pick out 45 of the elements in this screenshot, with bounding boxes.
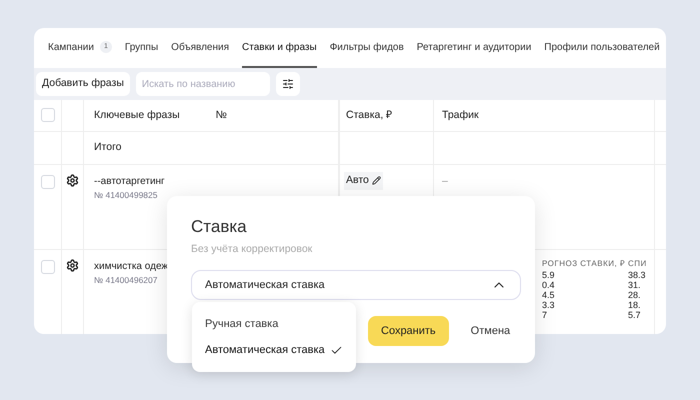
checkbox[interactable] <box>40 108 54 122</box>
forecast-value: 31. <box>628 281 641 289</box>
forecast-header: СПИ <box>628 259 647 269</box>
phrase-text: химчистка одеж <box>94 260 168 274</box>
forecast-value: 7 <box>542 311 548 319</box>
phrase-number: № 41400496207 <box>94 274 158 287</box>
forecast-header: РОГНОЗ СТАВКИ, ₽ <box>542 259 626 269</box>
save-button[interactable]: Сохранить <box>368 316 449 346</box>
tab[interactable]: Группы <box>124 28 158 68</box>
forecast-value: 4.5 <box>542 291 555 299</box>
forecast-value: 5.7 <box>628 311 641 319</box>
column-header: № <box>216 108 227 123</box>
checkbox[interactable] <box>40 175 54 189</box>
dropdown-option[interactable]: Ручная ставка <box>205 316 278 332</box>
forecast-value: 38.3 <box>628 271 646 279</box>
column-header: Трафик <box>442 108 479 123</box>
filter-button[interactable] <box>276 72 300 96</box>
tab[interactable]: Профили пользователей <box>544 28 660 68</box>
bid-type-select[interactable]: Автоматическая ставка <box>191 270 521 300</box>
forecast-value: 28. <box>628 291 641 299</box>
gear-icon[interactable] <box>66 174 79 187</box>
popup-subtitle: Без учёта корректировок <box>191 242 314 256</box>
summary-label: Итого <box>94 140 122 156</box>
popup-title: Ставка <box>191 216 248 238</box>
phrase-number: № 41400499825 <box>94 189 158 202</box>
add-phrases-button[interactable]: Добавить фразы <box>36 72 130 96</box>
cancel-button[interactable]: Отмена <box>468 316 512 346</box>
forecast-value: 18. <box>628 301 641 309</box>
gear-icon[interactable] <box>66 259 79 272</box>
checkbox[interactable] <box>40 260 54 274</box>
forecast-value: 5.9 <box>542 271 555 279</box>
forecast-value: 0.4 <box>542 281 555 289</box>
column-header: Ключевые фразы <box>94 108 180 123</box>
traffic-value: – <box>441 174 448 189</box>
bid-value[interactable]: Авто <box>344 172 383 190</box>
dropdown-option[interactable]: Автоматическая ставка <box>205 342 343 358</box>
tab[interactable]: Объявления <box>171 28 230 68</box>
phrase-text: --автотаргетинг <box>94 175 165 189</box>
column-header: Ставка, ₽ <box>346 108 392 123</box>
tab[interactable]: Ретаргетинг и аудитории <box>416 28 532 68</box>
search-field[interactable]: Искать по названию <box>136 72 270 96</box>
forecast-value: 3.3 <box>542 301 555 309</box>
tab[interactable]: Фильтры фидов <box>330 28 404 68</box>
sliders-icon <box>282 78 294 90</box>
pencil-icon <box>372 176 381 186</box>
